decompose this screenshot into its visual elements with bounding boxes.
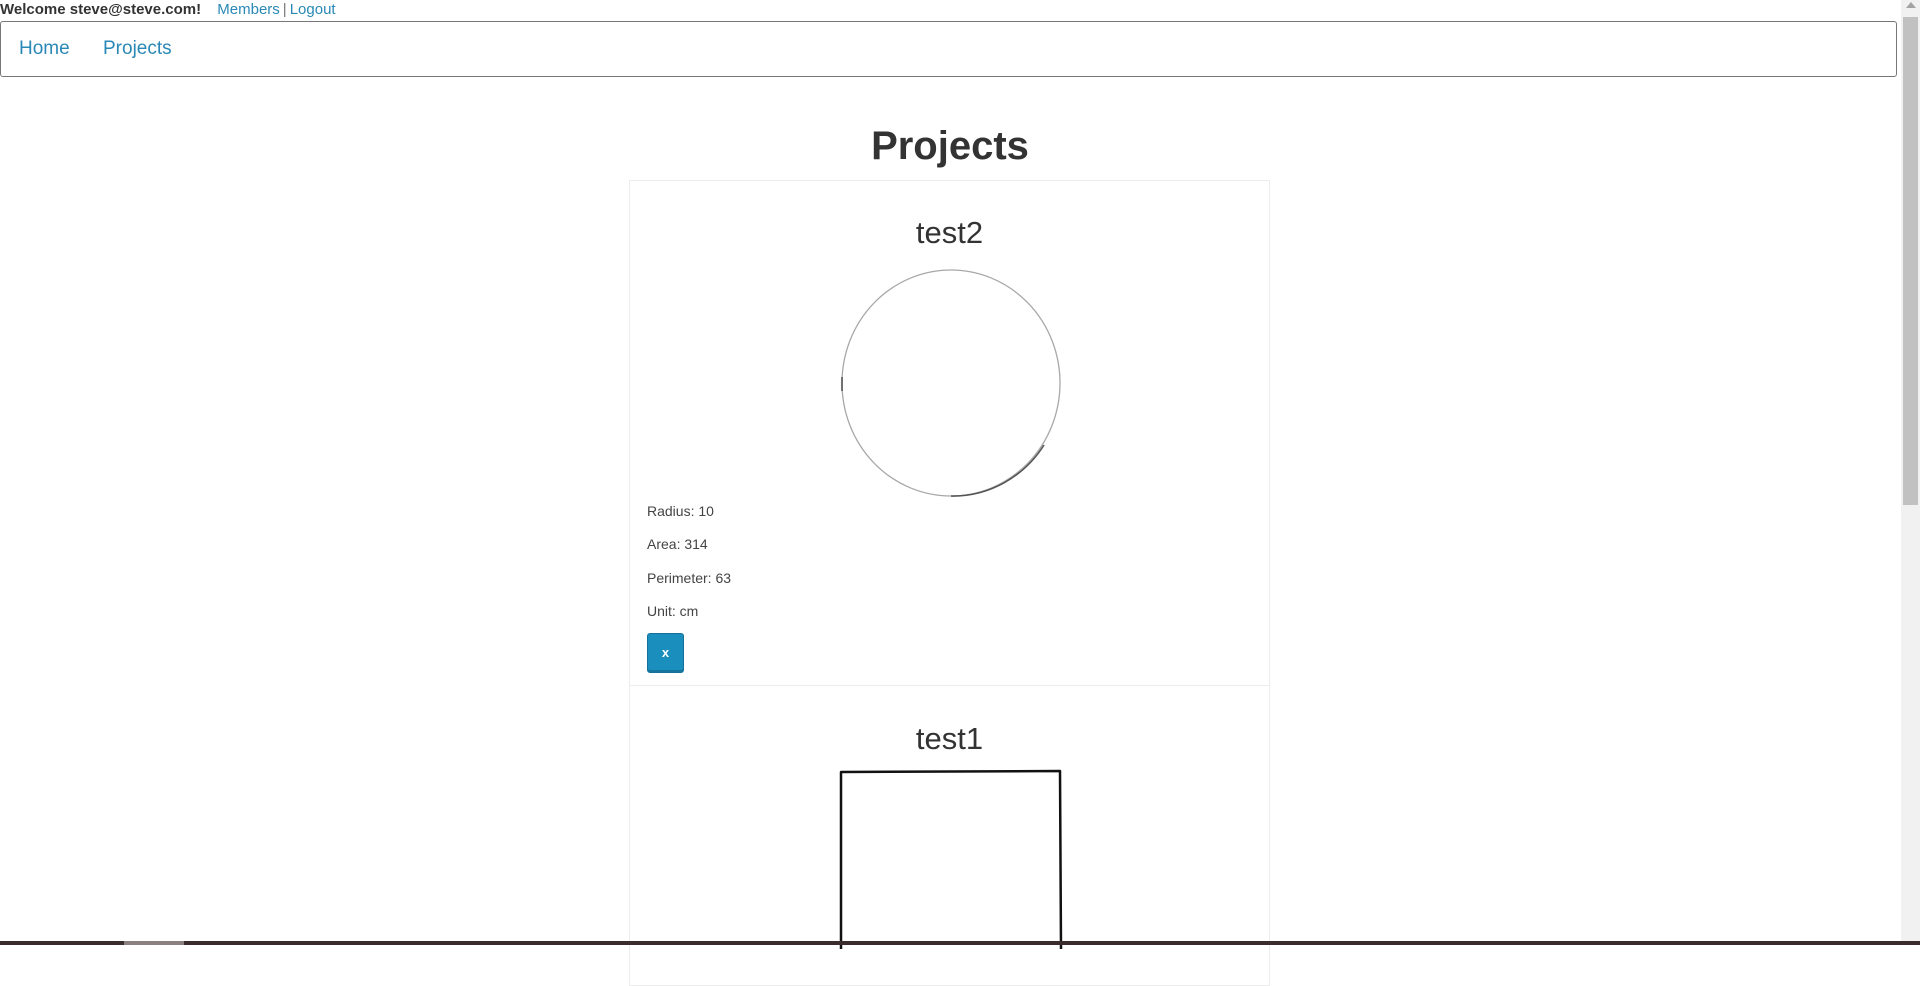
project-name: test1 bbox=[915, 721, 984, 756]
area-text: Area: 314 bbox=[647, 536, 708, 552]
logout-link[interactable]: Logout bbox=[290, 1, 336, 18]
account-links: Members | Logout bbox=[217, 1, 335, 18]
bottom-strip-tab bbox=[124, 941, 184, 945]
scroll-thumb[interactable] bbox=[1903, 17, 1918, 505]
page-title: Projects bbox=[871, 124, 1029, 168]
project-card: test2 Radius: 10 Area: 314 Perimeter: 63… bbox=[629, 180, 1270, 686]
circle-shape bbox=[841, 269, 1061, 497]
radius-text: Radius: 10 bbox=[647, 503, 714, 519]
project-list: test2 Radius: 10 Area: 314 Perimeter: 63… bbox=[629, 180, 1270, 986]
vertical-scrollbar[interactable] bbox=[1901, 0, 1920, 945]
delete-project-button[interactable]: x bbox=[647, 633, 684, 673]
nav-home[interactable]: Home bbox=[19, 38, 70, 60]
welcome-text: Welcome steve@steve.com! bbox=[0, 1, 202, 18]
scroll-up-icon[interactable] bbox=[1906, 2, 1916, 8]
bottom-strip bbox=[0, 941, 1920, 945]
members-link[interactable]: Members bbox=[217, 1, 280, 18]
project-name: test2 bbox=[915, 215, 984, 250]
unit-text: Unit: cm bbox=[647, 603, 699, 619]
rectangle-shape bbox=[839, 769, 1063, 949]
nav-projects[interactable]: Projects bbox=[103, 38, 172, 60]
perimeter-text: Perimeter: 63 bbox=[647, 570, 732, 586]
link-separator: | bbox=[282, 1, 287, 18]
main-navbar: Home Projects bbox=[0, 21, 1897, 77]
user-bar: Welcome steve@steve.com! Members | Logout bbox=[0, 0, 336, 20]
